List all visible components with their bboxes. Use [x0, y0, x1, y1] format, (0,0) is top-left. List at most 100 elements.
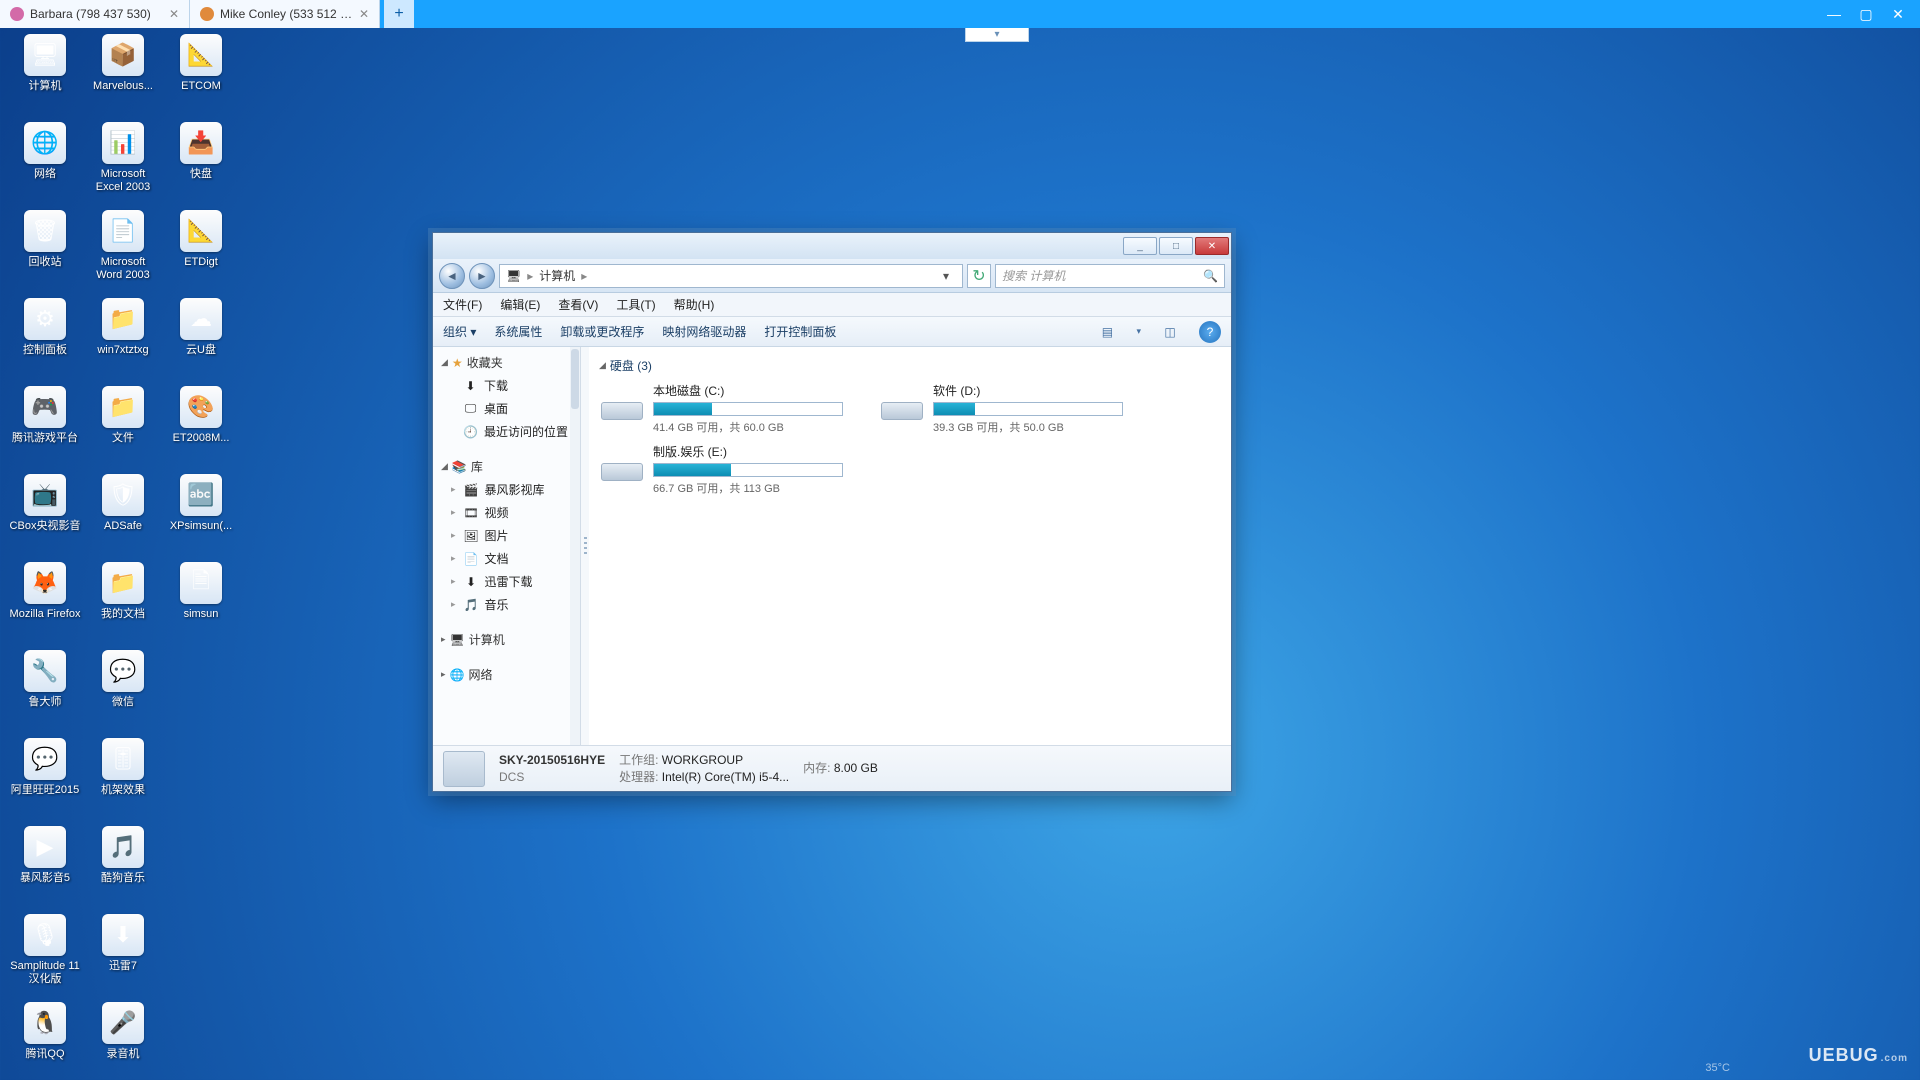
icon-label: 云U盘 — [186, 344, 216, 357]
desktop-icon[interactable]: 💬微信 — [86, 650, 160, 738]
splitter[interactable] — [581, 347, 589, 745]
desktop-icon[interactable]: 📊Microsoft Excel 2003 — [86, 122, 160, 210]
desktop-icon[interactable]: 🎙Samplitude 11 汉化版 — [8, 914, 82, 1002]
sidebar-item[interactable]: 🖵桌面 — [441, 397, 580, 420]
drive-item[interactable]: 制版.娱乐 (E:) 66.7 GB 可用，共 113 GB — [599, 443, 849, 496]
sidebar-favorites[interactable]: ◢ ★ 收藏夹 — [441, 351, 580, 374]
desktop-icon[interactable]: 🔤XPsimsun(... — [164, 474, 238, 562]
menu-tools[interactable]: 工具(T) — [616, 296, 655, 313]
desktop-icon[interactable]: ⬇迅雷7 — [86, 914, 160, 1002]
uninstall-programs-button[interactable]: 卸载或更改程序 — [560, 323, 644, 340]
desktop-icon[interactable]: 📺CBox央视影音 — [8, 474, 82, 562]
desktop-icon[interactable]: 🗎simsun — [164, 562, 238, 650]
desktop-icon[interactable]: 🔧鲁大师 — [8, 650, 82, 738]
desktop-icon[interactable]: ⚙控制面板 — [8, 298, 82, 386]
view-mode-button[interactable]: ▤ — [1096, 321, 1118, 343]
icon-label: 网络 — [34, 168, 56, 181]
app-icon: 💬 — [102, 650, 144, 692]
desktop-icon[interactable]: 🎵酷狗音乐 — [86, 826, 160, 914]
desktop-icon[interactable]: 📥快盘 — [164, 122, 238, 210]
sidebar-item[interactable]: ▸🎬暴风影视库 — [441, 478, 580, 501]
item-label: 迅雷下载 — [485, 573, 533, 590]
search-input[interactable]: 搜索 计算机 🔍 — [995, 264, 1225, 288]
menu-help[interactable]: 帮助(H) — [674, 296, 715, 313]
desktop-icon[interactable]: ☁云U盘 — [164, 298, 238, 386]
scrollbar[interactable] — [570, 347, 580, 745]
desktop-icon[interactable]: 📄Microsoft Word 2003 — [86, 210, 160, 298]
desktop-icon[interactable]: 📁我的文档 — [86, 562, 160, 650]
desktop-icon[interactable]: 💬阿里旺旺2015 — [8, 738, 82, 826]
desktop-icon[interactable]: 🛡ADSafe — [86, 474, 160, 562]
icon-label: ETDigt — [184, 256, 218, 269]
desktop-icon[interactable]: 📐ETCOM — [164, 34, 238, 122]
icon-label: 鲁大师 — [29, 696, 62, 709]
collapse-icon: ◢ — [599, 360, 606, 371]
desktop-icon[interactable]: 📁win7xtztxg — [86, 298, 160, 386]
close-icon[interactable]: ✕ — [359, 7, 369, 21]
desktop-icon[interactable]: 🎚机架效果 — [86, 738, 160, 826]
sidebar-item[interactable]: ▸📄文档 — [441, 547, 580, 570]
drive-icon — [599, 382, 645, 420]
desktop-icon[interactable]: 📦Marvelous... — [86, 34, 160, 122]
sidebar-item[interactable]: ▸🎞视频 — [441, 501, 580, 524]
app-icon: 🦊 — [24, 562, 66, 604]
sidebar-item[interactable]: 🕘最近访问的位置 — [441, 420, 580, 443]
sidebar-network[interactable]: ▸ 🌐 网络 — [441, 663, 580, 686]
desktop-icon[interactable]: 🌐网络 — [8, 122, 82, 210]
preview-pane-button[interactable]: ◫ — [1159, 321, 1181, 343]
icon-label: ADSafe — [104, 520, 142, 533]
item-icon: 🎬 — [464, 482, 479, 497]
menu-file[interactable]: 文件(F) — [443, 296, 482, 313]
sidebar-item[interactable]: ⬇下载 — [441, 374, 580, 397]
desktop-icon[interactable]: 🖥计算机 — [8, 34, 82, 122]
close-button[interactable]: ✕ — [1886, 6, 1910, 23]
refresh-button[interactable]: ↻ — [967, 264, 991, 288]
desktop-icon[interactable]: 📐ETDigt — [164, 210, 238, 298]
system-properties-button[interactable]: 系统属性 — [494, 323, 542, 340]
drive-item[interactable]: 本地磁盘 (C:) 41.4 GB 可用，共 60.0 GB — [599, 382, 849, 435]
titlebar[interactable]: _ □ ✕ — [433, 233, 1231, 259]
desktop-icon[interactable]: 🎨ET2008M... — [164, 386, 238, 474]
forward-button[interactable]: ► — [469, 263, 495, 289]
desktop-icon[interactable]: 🗑回收站 — [8, 210, 82, 298]
sidebar-item[interactable]: ▸⬇迅雷下载 — [441, 570, 580, 593]
breadcrumb[interactable]: 计算机 — [539, 267, 575, 284]
maximize-button[interactable]: ▢ — [1854, 6, 1878, 23]
icon-label: 我的文档 — [101, 608, 145, 621]
tab-mike[interactable]: Mike Conley (533 512 … ✕ — [190, 0, 380, 28]
drive-name: 软件 (D:) — [933, 382, 1129, 399]
drive-item[interactable]: 软件 (D:) 39.3 GB 可用，共 50.0 GB — [879, 382, 1129, 435]
icon-label: CBox央视影音 — [10, 520, 81, 533]
icon-label: Mozilla Firefox — [10, 608, 81, 621]
menu-edit[interactable]: 编辑(E) — [500, 296, 540, 313]
icon-label: XPsimsun(... — [170, 520, 232, 533]
new-tab-button[interactable]: + — [384, 0, 414, 28]
group-header[interactable]: ◢ 硬盘 (3) — [599, 353, 1221, 382]
desktop-icon[interactable]: 🎮腾讯游戏平台 — [8, 386, 82, 474]
desktop-icon[interactable]: 🎤录音机 — [86, 1002, 160, 1080]
address-bar[interactable]: 🖥 ▸ 计算机 ▸ ▾ — [499, 264, 963, 288]
minimize-button[interactable]: — — [1822, 6, 1846, 22]
control-panel-button[interactable]: 打开控制面板 — [764, 323, 836, 340]
menu-view[interactable]: 查看(V) — [558, 296, 598, 313]
tab-barbara[interactable]: Barbara (798 437 530) ✕ — [0, 0, 190, 28]
organize-button[interactable]: 组织 ▾ — [443, 323, 476, 340]
address-dropdown[interactable]: ▾ — [936, 269, 956, 283]
dropdown-handle[interactable]: ▾ — [965, 28, 1029, 42]
sidebar-computer[interactable]: ▸ 🖥 计算机 — [441, 628, 580, 651]
help-button[interactable]: ? — [1199, 321, 1221, 343]
desktop-icon[interactable]: 📁文件 — [86, 386, 160, 474]
desktop-icon[interactable]: 🐧腾讯QQ — [8, 1002, 82, 1080]
desktop-icon[interactable]: ▶暴风影音5 — [8, 826, 82, 914]
back-button[interactable]: ◄ — [439, 263, 465, 289]
sidebar-item[interactable]: ▸🎵音乐 — [441, 593, 580, 616]
close-button[interactable]: ✕ — [1195, 237, 1229, 255]
window-controls: — ▢ ✕ — [1822, 0, 1920, 28]
desktop-icon[interactable]: 🦊 Mozilla Firefox — [8, 562, 82, 650]
maximize-button[interactable]: □ — [1159, 237, 1193, 255]
minimize-button[interactable]: _ — [1123, 237, 1157, 255]
sidebar-libraries[interactable]: ◢ 📚 库 — [441, 455, 580, 478]
close-icon[interactable]: ✕ — [169, 7, 179, 21]
sidebar-item[interactable]: ▸🖼图片 — [441, 524, 580, 547]
map-network-drive-button[interactable]: 映射网络驱动器 — [662, 323, 746, 340]
